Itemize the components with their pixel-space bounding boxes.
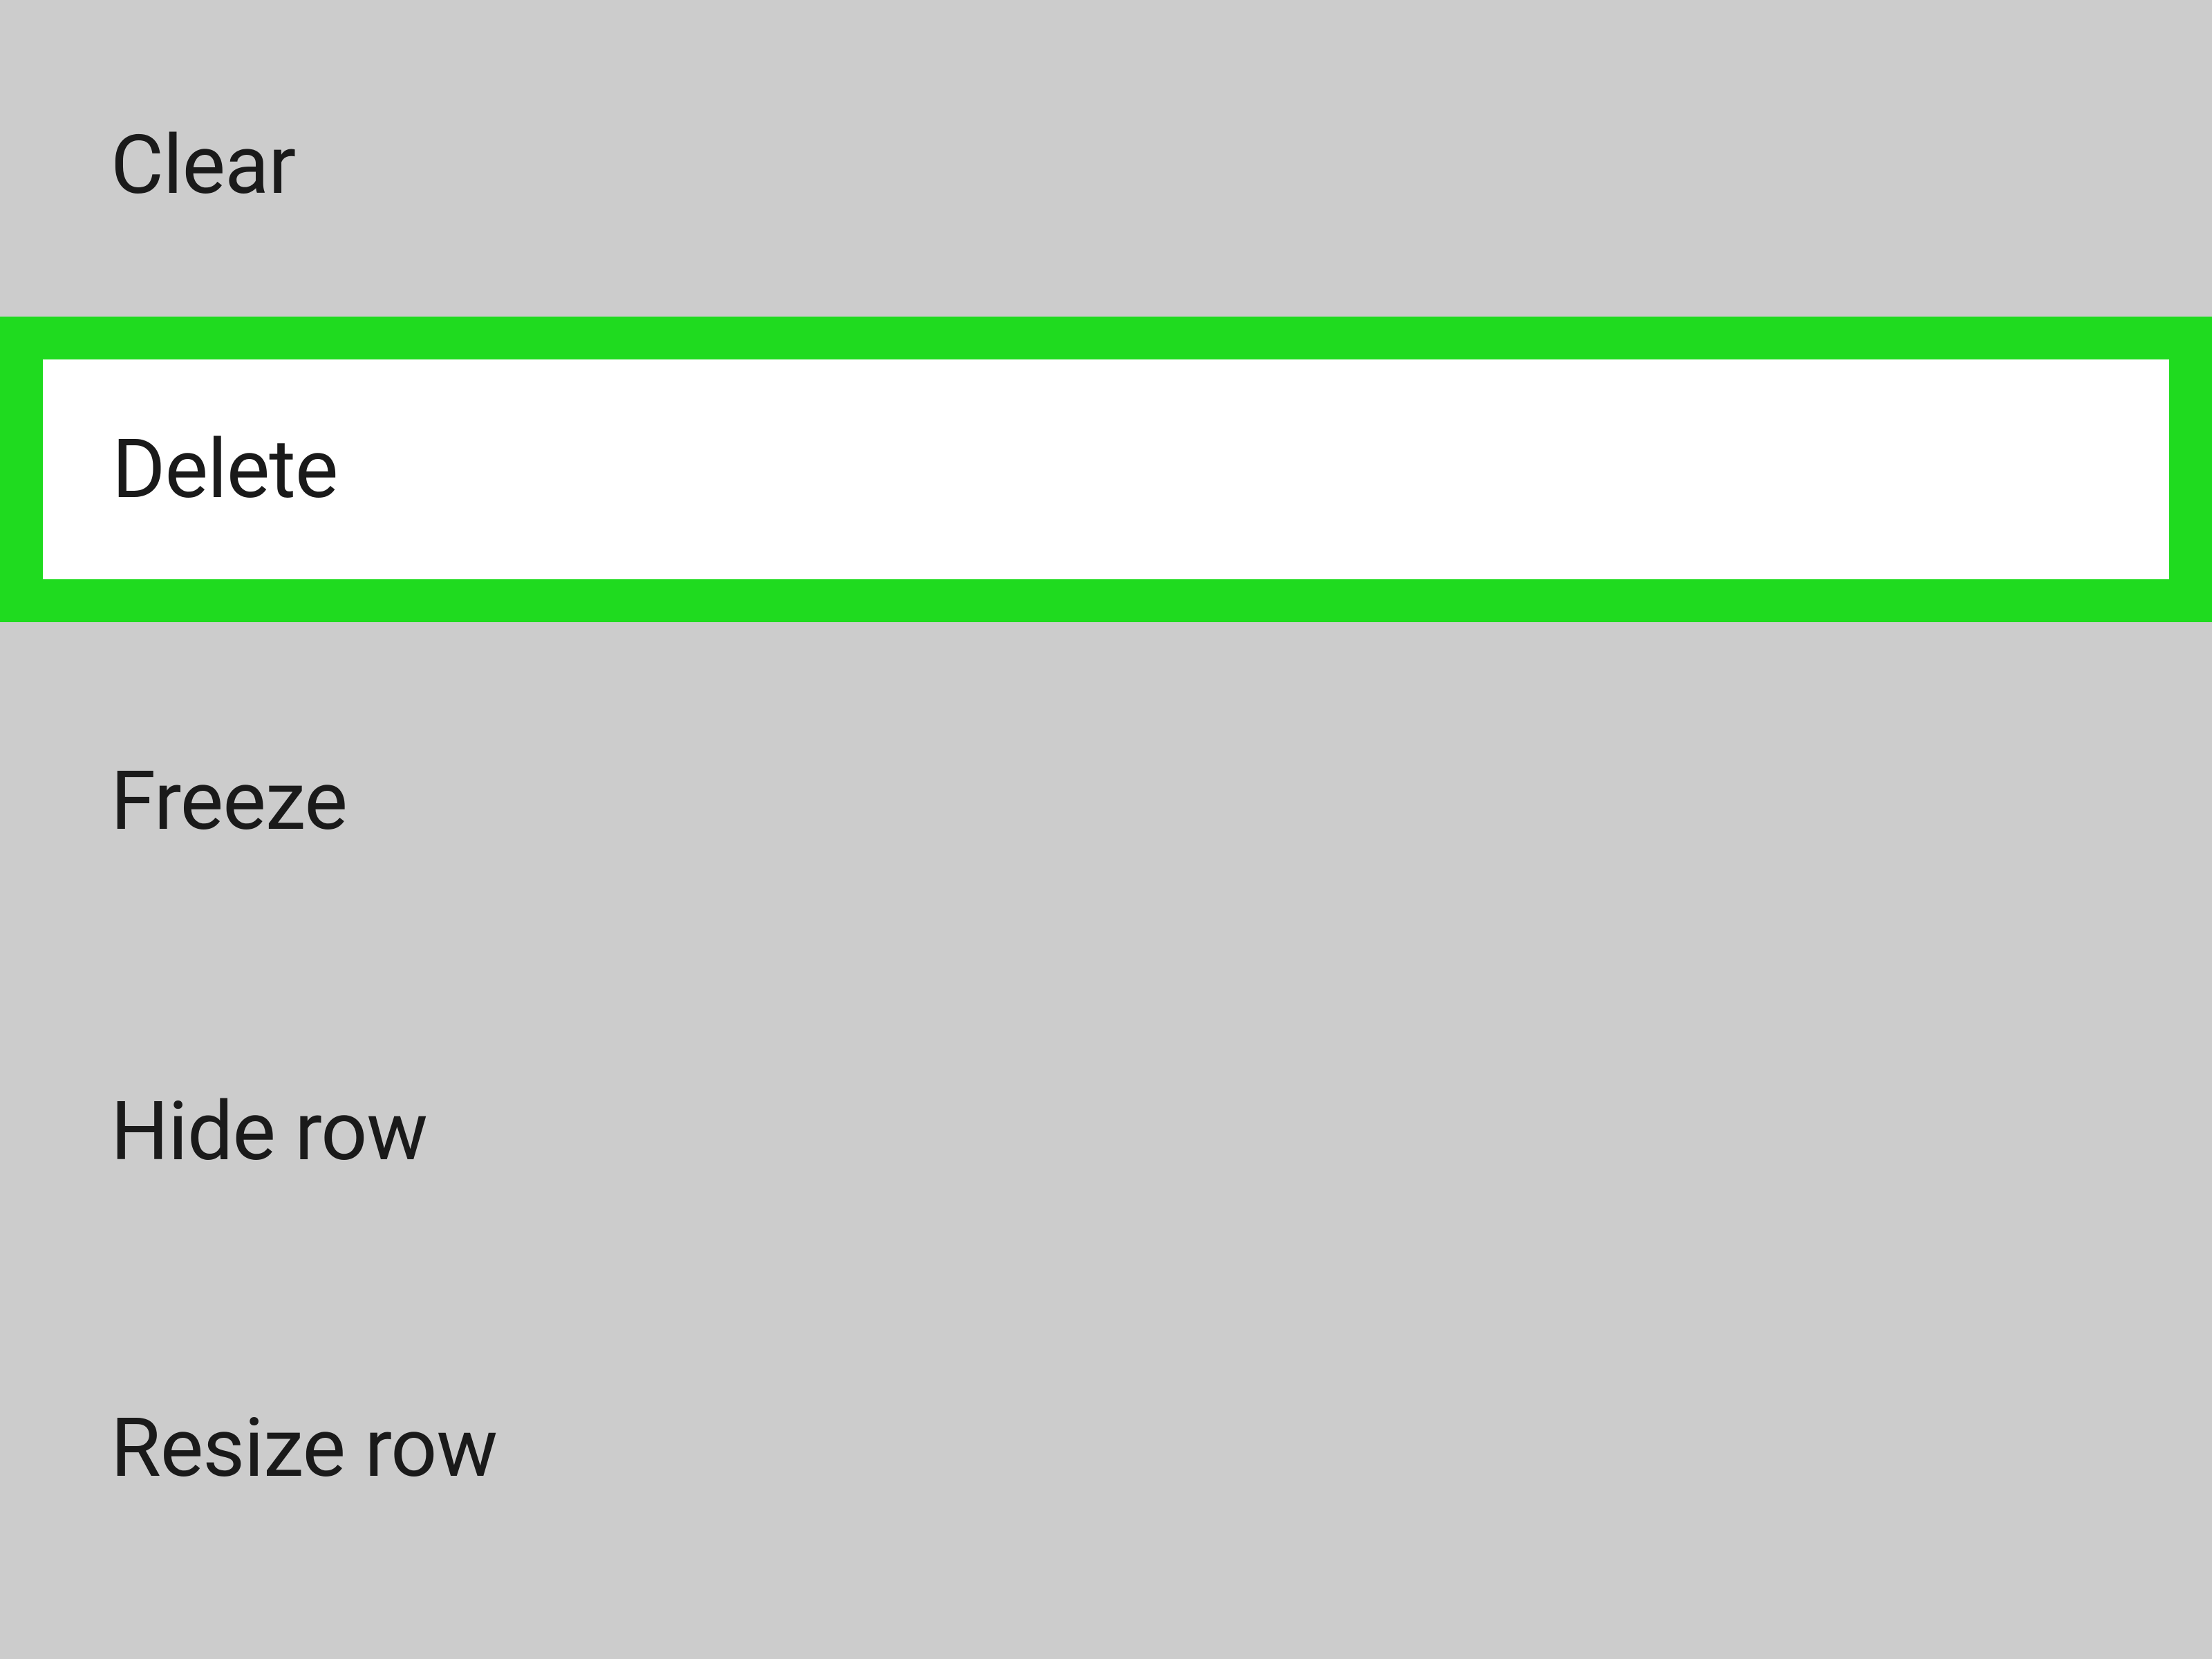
- menu-item-label: Resize row: [111, 1400, 497, 1496]
- menu-item-delete[interactable]: Delete: [43, 359, 2169, 579]
- menu-item-label: Freeze: [111, 753, 347, 849]
- context-menu: Clear Delete Freeze Hide row Resize row: [0, 0, 2212, 1600]
- menu-item-hide-row[interactable]: Hide row: [0, 980, 2212, 1297]
- menu-item-label: Hide row: [111, 1084, 427, 1179]
- menu-item-delete-highlight: Delete: [0, 317, 2212, 622]
- menu-item-resize-row[interactable]: Resize row: [0, 1297, 2212, 1600]
- menu-item-label: Clear: [111, 118, 295, 213]
- menu-item-label: Delete: [112, 422, 337, 517]
- menu-item-clear[interactable]: Clear: [0, 0, 2212, 317]
- menu-item-freeze[interactable]: Freeze: [0, 622, 2212, 980]
